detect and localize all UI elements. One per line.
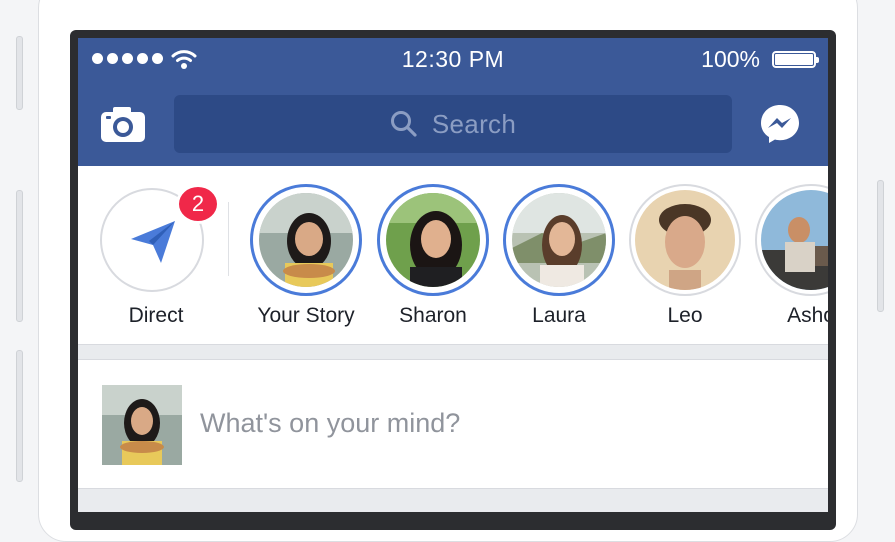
composer-prompt: What's on your mind?: [200, 408, 461, 438]
story-ring: [629, 184, 741, 296]
story-label: Asho: [787, 304, 828, 327]
phone-side-button: [16, 36, 23, 110]
avatar: [761, 190, 828, 290]
app-screen: 12:30 PM 100% Search 2 Direct Your Story…: [78, 38, 828, 512]
story-item-your-story[interactable]: Your Story: [242, 184, 370, 334]
stories-divider: [228, 202, 229, 276]
avatar: [635, 190, 735, 290]
status-bar: 12:30 PM 100%: [78, 38, 828, 82]
avatar: [259, 193, 353, 287]
avatar: [386, 193, 480, 287]
feed-separator: [78, 488, 828, 512]
story-ring: [503, 184, 615, 296]
camera-button[interactable]: [98, 104, 148, 144]
messenger-icon: [761, 105, 799, 143]
search-placeholder: Search: [431, 108, 517, 139]
story-ring: [377, 184, 489, 296]
search-input[interactable]: Search: [174, 95, 732, 153]
messenger-button[interactable]: [758, 102, 802, 146]
direct-label: Direct: [128, 304, 184, 327]
avatar: [102, 385, 182, 465]
story-item-laura[interactable]: Laura: [495, 184, 623, 334]
battery-percentage: 100%: [701, 46, 760, 72]
story-ring: [755, 184, 828, 296]
status-composer[interactable]: What's on your mind?: [78, 360, 828, 488]
direct-button[interactable]: 2 Direct: [92, 184, 220, 334]
nav-bar: Search: [78, 82, 828, 166]
phone-side-button: [877, 180, 884, 312]
app-header: 12:30 PM 100% Search: [78, 38, 828, 166]
paper-plane-icon: [131, 221, 175, 263]
phone-side-button: [16, 350, 23, 482]
story-label: Your Story: [257, 304, 355, 327]
stories-row: 2 Direct Your Story Sharon Laura Leo Ash: [78, 166, 828, 344]
battery-icon: [772, 51, 819, 68]
feed-separator: [78, 344, 828, 360]
story-item-leo[interactable]: Leo: [621, 184, 749, 334]
phone-side-button: [16, 190, 23, 322]
avatar: [512, 193, 606, 287]
search-icon: [390, 111, 417, 137]
story-item-sharon[interactable]: Sharon: [369, 184, 497, 334]
story-item-asho[interactable]: Asho: [747, 184, 828, 334]
camera-icon: [101, 107, 145, 142]
story-ring: [250, 184, 362, 296]
notification-badge: 2: [176, 184, 220, 224]
